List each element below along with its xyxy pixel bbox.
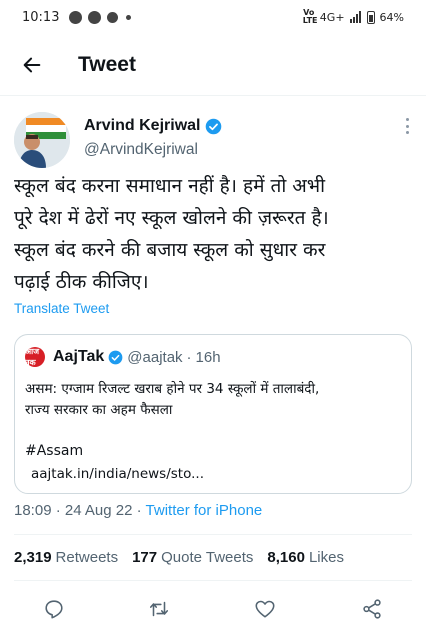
likes-stat[interactable]: 8,160 Likes xyxy=(267,549,344,566)
share-button[interactable] xyxy=(355,592,389,626)
avatar-image xyxy=(14,112,70,168)
quote-tweets-stat[interactable]: 177 Quote Tweets xyxy=(132,549,253,566)
signal-icon xyxy=(349,11,361,23)
quoted-tweet-text: असम: एग्जाम रिजल्ट खराब होने पर 34 स्कूल… xyxy=(25,379,405,421)
retweet-button[interactable] xyxy=(142,592,176,626)
status-left: 10:13 xyxy=(22,9,132,25)
arrow-left-icon xyxy=(23,57,41,72)
reply-button[interactable] xyxy=(37,592,71,626)
quoted-author-name: AajTak xyxy=(53,348,105,365)
verified-badge-icon xyxy=(206,118,222,134)
tweet-text-line: पढ़ाई ठीक कीजिए। xyxy=(14,271,149,293)
heart-icon xyxy=(255,600,275,618)
retweets-label: Retweets xyxy=(55,549,119,566)
tweet-text-line: स्कूल बंद करना समाधान नहीं है। हमें तो अ… xyxy=(14,175,326,197)
status-bar: 10:13 Vo LTE 4G+ 64% xyxy=(0,0,426,34)
battery-level: 64% xyxy=(379,10,404,24)
retweets-count: 2,319 xyxy=(14,549,52,566)
verified-badge-icon xyxy=(108,350,123,364)
quoted-author-handle: @aajtak xyxy=(127,348,183,366)
divider xyxy=(14,580,412,581)
author-name[interactable]: Arvind Kejriwal xyxy=(84,117,200,135)
tweet-text: स्कूल बंद करना समाधान नहीं है। हमें तो अ… xyxy=(14,170,414,298)
more-notifications-dot-icon xyxy=(126,14,132,20)
quoted-link[interactable]: aajtak.in/india/news/sto... xyxy=(31,466,204,482)
status-right: Vo LTE 4G+ 64% xyxy=(303,9,404,25)
aajtak-logo: आज तक xyxy=(25,347,45,367)
author-name-row[interactable]: Arvind Kejriwal xyxy=(84,117,222,135)
more-vertical-icon-dot xyxy=(405,131,409,134)
likes-label: Likes xyxy=(308,549,344,566)
tweet-time: 18:09 xyxy=(14,502,52,519)
battery-icon xyxy=(366,10,375,24)
retweets-stat[interactable]: 2,319 Retweets xyxy=(14,549,118,566)
page-title: Tweet xyxy=(78,52,136,76)
quote-tweets-label: Quote Tweets xyxy=(161,549,254,566)
quoted-tweet-header: आज तक AajTak @aajtak · 16h xyxy=(25,347,221,367)
app-header: Tweet xyxy=(0,34,426,96)
like-button[interactable] xyxy=(248,592,282,626)
more-vertical-icon-dot xyxy=(405,124,409,128)
quote-tweets-count: 177 xyxy=(132,549,158,566)
avatar[interactable] xyxy=(14,112,70,168)
tweet-text-line: पूरे देश में ढेरों नए स्कूल खोलने की ज़र… xyxy=(14,207,329,229)
reply-icon xyxy=(45,600,63,619)
more-vertical-icon xyxy=(405,118,409,121)
chat-notification-icon xyxy=(88,10,102,24)
separator-dot: · xyxy=(55,502,61,519)
network-type: 4G+ xyxy=(319,10,345,24)
quoted-text-line: असम: एग्जाम रिजल्ट खराब होने पर 34 स्कूल… xyxy=(25,381,320,397)
tweet-meta: 18:09 · 24 Aug 22 · Twitter for iPhone xyxy=(14,502,262,519)
quoted-tweet-age: 16h xyxy=(195,348,221,366)
retweet-icon xyxy=(149,601,169,617)
tweet-author: Arvind Kejriwal @ArvindKejriwal xyxy=(14,112,414,168)
separator-dot: · xyxy=(136,502,142,519)
quoted-text-line: राज्य सरकार का अहम फैसला xyxy=(25,402,173,418)
tweet-actions xyxy=(0,592,426,626)
tweet-source[interactable]: Twitter for iPhone xyxy=(146,502,263,519)
tweet-date: 24 Aug 22 xyxy=(64,502,133,519)
volte-indicator: Vo LTE xyxy=(302,8,318,25)
likes-count: 8,160 xyxy=(267,549,305,566)
quoted-tweet[interactable]: आज तक AajTak @aajtak · 16h असम: एग्जाम र… xyxy=(14,334,412,494)
share-icon xyxy=(363,599,381,619)
author-handle[interactable]: @ArvindKejriwal xyxy=(84,141,198,159)
tweet-text-line: स्कूल बंद करने की बजाय स्कूल को सुधार कर xyxy=(14,239,326,261)
messenger-notification-icon xyxy=(69,10,83,24)
translate-tweet-link[interactable]: Translate Tweet xyxy=(14,301,109,316)
tweet-stats: 2,319 Retweets 177 Quote Tweets 8,160 Likes xyxy=(14,549,358,566)
status-time: 10:13 xyxy=(22,9,60,25)
divider xyxy=(14,534,412,535)
app-notification-icon xyxy=(107,11,119,23)
separator-dot: · xyxy=(186,348,192,366)
quoted-hashtag[interactable]: #Assam xyxy=(25,443,83,459)
more-options-button[interactable] xyxy=(400,116,414,136)
back-button[interactable] xyxy=(2,34,62,96)
